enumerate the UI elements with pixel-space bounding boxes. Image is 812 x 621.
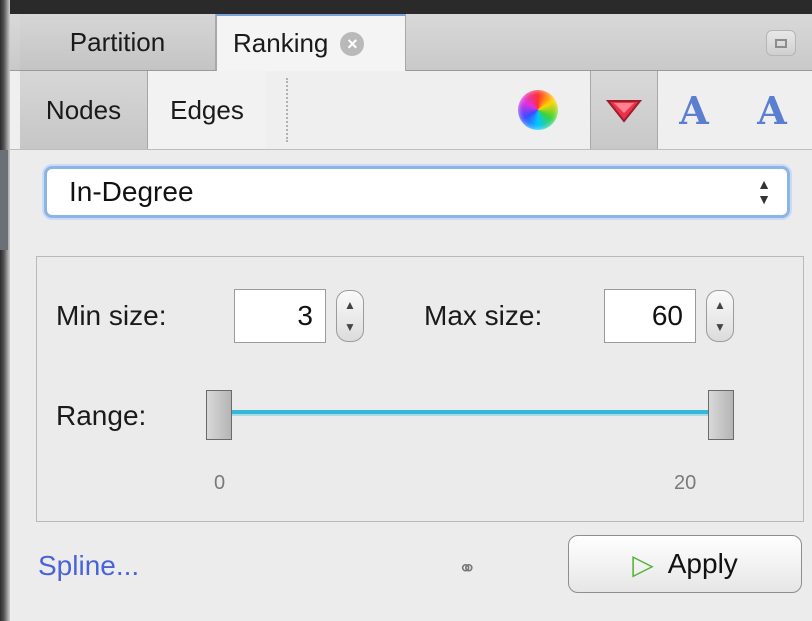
- label-size-icon: A: [757, 87, 787, 133]
- label-color-button[interactable]: A: [664, 71, 724, 149]
- left-border: [0, 0, 10, 621]
- range-high-thumb[interactable]: [708, 390, 734, 440]
- range-max-tick: 20: [674, 472, 697, 494]
- apply-button[interactable]: ▷ Apply: [568, 535, 802, 593]
- tab-partition-label: Partition: [69, 26, 166, 57]
- min-size-field[interactable]: 3: [234, 289, 326, 343]
- label-size-button[interactable]: A: [742, 71, 802, 149]
- size-diamond-icon: [605, 100, 643, 123]
- tab-ranking[interactable]: Ranking ×: [216, 14, 406, 71]
- max-size-stepper[interactable]: ▲ ▼: [706, 290, 734, 342]
- range-slider-track-shadow: [230, 414, 720, 416]
- max-size-label: Max size:: [424, 300, 543, 331]
- size-button[interactable]: [590, 71, 658, 149]
- toolbar-divider: [286, 78, 288, 142]
- tab-nodes-label: Nodes: [45, 94, 122, 125]
- ranking-panel: Partition Ranking × Nodes Edges A A In-D…: [0, 0, 812, 621]
- tab-edges[interactable]: Edges: [148, 71, 266, 149]
- range-label: Range:: [56, 400, 147, 431]
- range-low-thumb[interactable]: [206, 390, 232, 440]
- ranking-attribute-select[interactable]: In-Degree ▲ ▼: [44, 166, 790, 218]
- min-size-label: Min size:: [56, 300, 167, 331]
- close-icon[interactable]: ×: [340, 31, 365, 56]
- tab-partition[interactable]: Partition: [20, 14, 216, 70]
- select-arrows-icon: ▲ ▼: [757, 176, 771, 207]
- color-wheel-icon: [518, 90, 558, 130]
- play-icon: ▷: [632, 548, 654, 580]
- apply-button-label: Apply: [667, 548, 738, 579]
- range-min-tick: 0: [214, 472, 226, 494]
- color-wheel-button[interactable]: [508, 71, 568, 149]
- link-chain-icon[interactable]: ⚭: [458, 556, 476, 582]
- label-color-icon: A: [679, 87, 709, 133]
- tab-ranking-label: Ranking: [233, 28, 329, 58]
- minimize-icon[interactable]: [766, 30, 796, 56]
- spline-link[interactable]: Spline...: [38, 550, 139, 582]
- ranking-attribute-value: In-Degree: [69, 176, 194, 207]
- min-size-stepper[interactable]: ▲ ▼: [336, 290, 364, 342]
- tab-edges-label: Edges: [170, 94, 244, 125]
- max-size-field[interactable]: 60: [604, 289, 696, 343]
- window-top-edge: [10, 0, 812, 14]
- tab-nodes[interactable]: Nodes: [20, 71, 148, 149]
